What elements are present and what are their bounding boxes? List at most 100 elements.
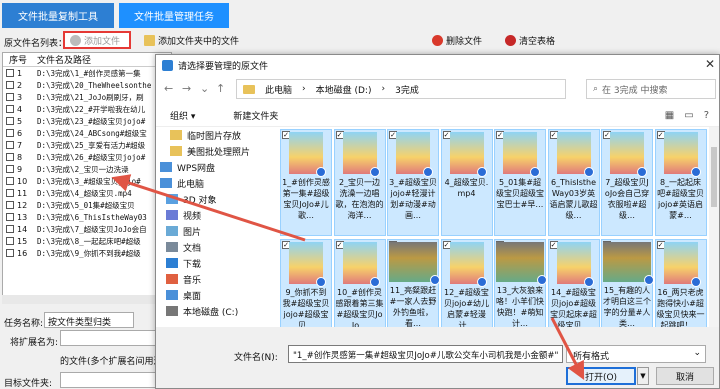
table-row[interactable]: 7 D:\3完成\25_享爱有活力#超级 [3,139,171,151]
breadcrumb-folder[interactable]: 3完成 [395,83,419,96]
file-tile[interactable]: ✓11_亮粲跟赶#一家人去野外钓鱼啦，看… [387,239,440,327]
row-checkbox[interactable] [6,105,14,113]
nav-item-3d-objects[interactable]: 3D 对象 [156,191,276,207]
row-checkbox[interactable] [6,177,14,185]
organize-menu[interactable]: 组织 ▾ [170,109,195,122]
open-button[interactable]: 打开(O) [566,367,636,385]
recent-dropdown-icon[interactable]: ⌄ [200,82,209,95]
file-tile[interactable]: ✓ 1_#创作灵感第一集#超级宝贝JoJo#儿歌… [280,129,332,236]
add-folder-files-button[interactable]: 添加文件夹中的文件 [144,31,239,49]
folder-plus-icon [144,34,155,46]
row-checkbox[interactable] [6,165,14,173]
table-row[interactable]: 11 D:\3完成\4_超级宝贝.mp4 [3,187,171,199]
file-tile[interactable]: ✓ 4_超级宝贝.mp4 [440,129,493,236]
output-folder-input[interactable] [60,372,160,388]
table-row[interactable]: 3 D:\3完成\21_JoJo刷刷牙，刷 [3,91,171,103]
row-checkbox[interactable] [6,189,14,197]
file-tile[interactable]: ✓ 5_01集#超级宝贝超级宝宝巴士#早… [494,129,546,236]
clear-icon [505,34,516,46]
table-row[interactable]: 8 D:\3完成\26_#超级宝贝jojo# [3,151,171,163]
back-arrow-icon[interactable]: ← [164,82,173,95]
row-checkbox[interactable] [6,69,14,77]
file-tile[interactable]: ✓ 16_两只老虎跑得快小#超级宝贝快来一起跳吧！… [654,239,707,327]
file-tile[interactable]: ✓ 7_超级宝贝JoJo会自己穿衣服啦#超级… [601,129,653,236]
row-checkbox[interactable] [6,201,14,209]
extension-input[interactable] [60,330,160,346]
address-bar[interactable]: 此电脑 › 本地磁盘 (D:) › 3完成 [236,79,566,99]
table-row[interactable]: 9 D:\3完成\2_宝贝一边洗澡 [3,163,171,175]
sync-status-icon [637,167,647,177]
search-box[interactable]: ⌕ 在 3完成 中搜索 [586,79,716,99]
task-type-select[interactable]: 按文件类型归类 [44,312,134,328]
forward-arrow-icon[interactable]: → [182,82,191,95]
row-checkbox[interactable] [6,129,14,137]
table-row[interactable]: 14 D:\3完成\7_超级宝贝JoJo会自 [3,223,171,235]
table-row[interactable]: 5 D:\3完成\23_#超级宝贝jojo# [3,115,171,127]
clear-table-button[interactable]: 清空表格 [505,31,555,49]
nav-item-wps-cloud[interactable]: WPS网盘 [156,159,276,175]
grid-vertical-scrollbar[interactable] [709,127,719,327]
scrollbar-thumb[interactable] [711,147,717,207]
table-row[interactable]: 10 D:\3完成\3_#超级宝贝jojo# [3,175,171,187]
row-checkbox[interactable] [6,117,14,125]
new-folder-button[interactable]: 新建文件夹 [233,109,278,122]
filename-input[interactable]: "1_#创作灵感第一集#超级宝贝JoJo#儿歌公交车小司机我是小金额#" [288,345,563,363]
nav-item-videos[interactable]: 视频 [156,207,276,223]
close-icon[interactable]: ✕ [705,57,715,71]
file-tile[interactable]: ✓ 2_宝贝一边洗澡一边唱歌，在泡泡的海洋… [333,129,386,236]
file-tile[interactable]: ✓ 8_一起起床吧#超级宝贝jojo#英语启蒙#… [654,129,707,236]
cancel-button[interactable]: 取消 [656,367,714,385]
nav-item-this-pc[interactable]: 此电脑 [156,175,276,191]
nav-item-documents[interactable]: 文档 [156,239,276,255]
task-type-label: 任务名称: [4,319,44,329]
downloads-icon [166,258,178,268]
up-arrow-icon[interactable]: ↑ [216,82,225,95]
table-row[interactable]: 4 D:\3完成\22_#开学啦我在幼儿 [3,103,171,115]
file-tile[interactable]: ✓ 10_#创作灵感跟着第三集#超级宝贝JoJo… [333,239,386,327]
file-type-select[interactable]: 所有格式 ⌄ [566,345,706,363]
breadcrumb-drive-d[interactable]: 本地磁盘 (D:) [316,83,372,96]
nav-item-temp-images[interactable]: 临时图片存放 [156,127,276,143]
table-row[interactable]: 13 D:\3完成\6_ThisIstheWay03 [3,211,171,223]
table-row[interactable]: 15 D:\3完成\8_一起起床吧#超级 [3,235,171,247]
file-tile[interactable]: ✓15_有趣的人才明白这三个字的分量#人类… [601,239,654,327]
row-checkbox[interactable] [6,93,14,101]
preview-pane-icon[interactable]: ▭ [684,110,693,121]
nav-item-drive-c[interactable]: 本地磁盘 (C:) [156,303,276,319]
row-checkbox[interactable] [6,81,14,89]
nav-item-meitu-photos[interactable]: 美图批处理照片 [156,143,276,159]
table-row[interactable]: 16 D:\3完成\9_你抓不到我#超级 [3,247,171,259]
file-tile[interactable]: ✓ 12_#超级宝贝jojo#幼儿启蒙#轻漫计… [440,239,493,327]
delete-file-button[interactable]: 删除文件 [432,31,482,49]
table-horizontal-scrollbar[interactable] [2,295,172,304]
tab-file-batch-copy[interactable]: 文件批量复制工具 [2,3,114,28]
sync-status-icon [690,167,701,177]
nav-item-music[interactable]: 音乐 [156,271,276,287]
row-checkbox[interactable] [6,213,14,221]
help-icon[interactable]: ? [704,110,709,121]
breadcrumb-this-pc[interactable]: 此电脑 [265,83,292,96]
row-checkbox[interactable] [6,237,14,245]
open-dropdown-icon[interactable]: ▼ [637,367,649,385]
table-row[interactable]: 1 D:\3完成\1_#创作灵感第一集 [3,67,171,79]
view-options-icon[interactable]: ▦ [665,110,674,121]
add-file-button[interactable]: 添加文件 [63,31,131,49]
nav-item-pictures[interactable]: 图片 [156,223,276,239]
table-row[interactable]: 2 D:\3完成\20_TheWheelsonthe [3,79,171,91]
nav-item-downloads[interactable]: 下载 [156,255,276,271]
row-checkbox[interactable] [6,225,14,233]
file-tile[interactable]: ✓ 14_#超级宝贝jojo#超级宝贝起床#超级宝贝… [547,239,600,327]
nav-item-desktop[interactable]: 桌面 [156,287,276,303]
file-tile[interactable]: ✓ 3_#超级宝贝jojo#轻漫计划#动漫#动画… [387,129,439,236]
file-tile[interactable]: ✓ 6_ThisIstheWay03岁英语启蒙儿歌超级… [547,129,600,236]
sync-status-icon [583,277,594,287]
row-checkbox[interactable] [6,249,14,257]
row-checkbox[interactable] [6,141,14,149]
file-tile[interactable]: ✓13_大灰狼来咯！小羊们快快跑！#萌知计… [494,239,547,327]
tab-file-batch-manage[interactable]: 文件批量管理任务 [119,3,229,28]
file-tile[interactable]: ✓ 9_你抓不到我#超级宝贝jojo#超级宝贝… [280,239,332,327]
row-checkbox[interactable] [6,153,14,161]
row-number: 5 [17,116,23,126]
table-row[interactable]: 6 D:\3完成\24_ABCsong#超级宝 [3,127,171,139]
table-row[interactable]: 12 D:\3完成\5_01集#超级宝贝 [3,199,171,211]
